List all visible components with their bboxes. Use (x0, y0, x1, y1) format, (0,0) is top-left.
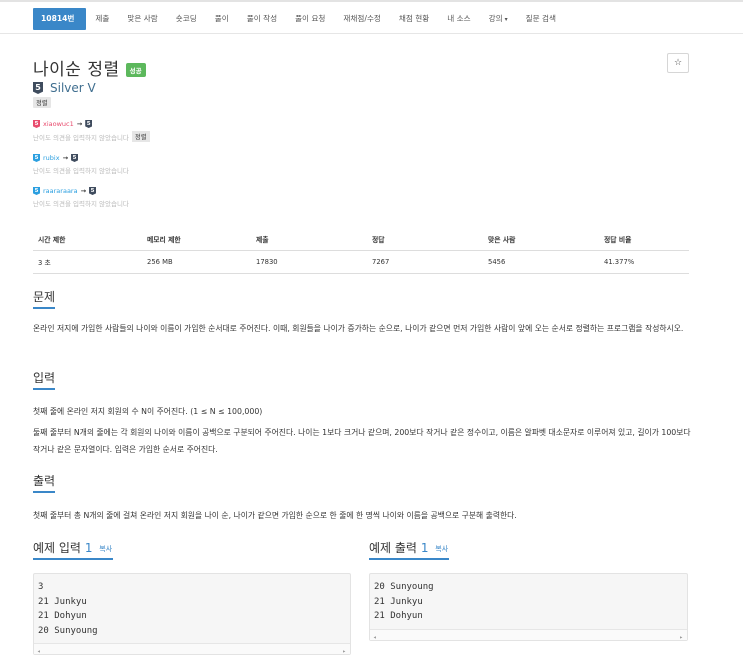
scroll-left-icon[interactable]: ◂ (373, 631, 377, 646)
input-description-2: 둘째 줄부터 N개의 줄에는 각 회원의 나이와 이름이 공백으로 구분되어 주… (33, 428, 691, 454)
vote-note: 난이도 의견을 입력하지 않았습니다 (33, 133, 129, 142)
section-underline (33, 307, 55, 309)
nav-divider (0, 33, 743, 34)
problem-section-title: 문제 (33, 290, 56, 304)
vote-note: 난이도 의견을 입력하지 않았습니다 (33, 200, 129, 208)
tab-my-source[interactable]: 내 소스 (438, 8, 479, 30)
status-badge: 성공 (125, 62, 146, 77)
sample-input-title: 예제 입력 1 복사 (33, 539, 112, 556)
sample-input-box[interactable]: 3 21 Junkyu 21 Dohyun 20 Sunyoung ◂ ▸ (33, 573, 351, 655)
lectures-label: 강의 (488, 14, 503, 23)
top-border (0, 0, 743, 2)
vote-tag[interactable]: 정렬 (131, 131, 150, 142)
submissions-value: 17830 (251, 250, 367, 274)
title-row: 나이순 정렬 성공 (33, 55, 146, 80)
vote-note: 난이도 의견을 입력하지 않았습니다 (33, 167, 129, 175)
sample-input-line: 20 Sunyoung (38, 625, 98, 636)
col-accepted: 정답 (367, 228, 483, 251)
tab-problem-number[interactable]: 10814번 (33, 8, 87, 30)
scroll-right-icon[interactable]: ▸ (679, 631, 683, 646)
algorithm-tag[interactable]: 정렬 (33, 97, 51, 108)
arrow-right-icon: → (80, 187, 87, 195)
section-underline (33, 491, 55, 493)
solved-users-value: 5456 (483, 250, 599, 274)
output-section-title: 출력 (33, 474, 56, 488)
sample-output-line: 20 Sunyoung (374, 582, 434, 592)
sample-output-line: 21 Junkyu (374, 596, 423, 607)
tier-icon: 5 (33, 82, 43, 94)
vote-item: 5 xiaowuc1 → 5 난이도 의견을 입력하지 않았습니다 정렬 (33, 120, 150, 142)
col-time-limit: 시간 제한 (33, 228, 142, 251)
sample-output-number: 1 (420, 541, 429, 555)
sample-input-line: 21 Dohyun (38, 611, 87, 621)
tab-solutions[interactable]: 풀이 (206, 8, 238, 30)
voter-name[interactable]: raararaara (43, 187, 78, 195)
problem-number-label: 10814번 (41, 14, 75, 23)
col-accept-ratio: 정답 비율 (599, 228, 689, 251)
col-submissions: 제출 (251, 228, 367, 251)
sample-input-number: 1 (84, 541, 93, 555)
table-header-row: 시간 제한 메모리 제한 제출 정답 맞은 사람 정답 비율 (33, 228, 689, 251)
tab-write-solution[interactable]: 풀이 작성 (238, 8, 286, 30)
sample-input-label: 예제 입력 (33, 541, 81, 555)
tab-rejudge[interactable]: 재채점/수정 (334, 8, 390, 30)
tab-lectures-dropdown[interactable]: 강의 ▾ (480, 8, 517, 30)
copy-sample-input-button[interactable]: 복사 (99, 545, 112, 553)
time-limit-value: 3 초 (33, 250, 142, 274)
problem-title: 나이순 정렬 (33, 60, 120, 80)
sample-output-title: 예제 출력 1 복사 (369, 539, 448, 556)
arrow-right-icon: → (76, 120, 83, 128)
scroll-left-icon[interactable]: ◂ (37, 645, 41, 660)
sample-output-box[interactable]: 20 Sunyoung 21 Junkyu 21 Dohyun ◂ ▸ (369, 573, 688, 641)
tab-question-search[interactable]: 질문 검색 (517, 8, 565, 30)
tab-request-solution[interactable]: 풀이 요청 (286, 8, 334, 30)
sample-output-label: 예제 출력 (369, 541, 417, 555)
sample-output-line: 21 Dohyun (374, 611, 423, 621)
accepted-value: 7267 (367, 250, 483, 274)
horizontal-scrollbar[interactable]: ◂ ▸ (370, 629, 687, 641)
tier-label[interactable]: Silver V (50, 81, 96, 95)
tier-icon: 5 (71, 154, 79, 162)
problem-nav: 10814번 제출 맞은 사람 숏코딩 풀이 풀이 작성 풀이 요청 재채점/수… (33, 8, 565, 30)
copy-sample-output-button[interactable]: 복사 (435, 545, 448, 553)
tier-icon: 5 (33, 120, 40, 128)
problem-description: 온라인 저지에 가입한 사람들의 나이와 이름이 가입한 순서대로 주어진다. … (33, 324, 684, 333)
vote-item: 5 raararaara → 5 난이도 의견을 입력하지 않았습니다 (33, 187, 129, 208)
section-underline (33, 558, 113, 560)
voter-name[interactable]: rubix (43, 154, 60, 162)
scroll-right-icon[interactable]: ▸ (342, 645, 346, 660)
input-section-title: 입력 (33, 371, 56, 385)
output-description: 첫째 줄부터 총 N개의 줄에 걸쳐 온라인 저지 회원을 나이 순, 나이가 … (33, 511, 517, 520)
input-description-1: 첫째 줄에 온라인 저지 회원의 수 N이 주어진다. (1 ≤ N ≤ 100… (33, 407, 263, 416)
tab-correct-users[interactable]: 맞은 사람 (118, 8, 166, 30)
tab-submit[interactable]: 제출 (86, 8, 118, 30)
tab-status[interactable]: 채점 현황 (390, 8, 438, 30)
horizontal-scrollbar[interactable]: ◂ ▸ (34, 643, 350, 655)
tier-icon: 5 (33, 187, 40, 195)
star-icon: ☆ (673, 58, 683, 68)
caret-down-icon: ▾ (504, 16, 508, 23)
col-solved-users: 맞은 사람 (483, 228, 599, 251)
sample-input-line: 3 (38, 582, 44, 592)
tier-icon: 5 (89, 187, 97, 195)
tier-row: 5 Silver V (33, 81, 96, 95)
problem-info-table: 시간 제한 메모리 제한 제출 정답 맞은 사람 정답 비율 3 초 256 M… (33, 228, 689, 274)
tier-icon: 5 (33, 154, 40, 162)
tier-icon: 5 (85, 120, 93, 128)
table-row: 3 초 256 MB 17830 7267 5456 41.377% (33, 250, 689, 274)
star-button[interactable]: ☆ (667, 53, 689, 73)
voter-name[interactable]: xiaowuc1 (43, 120, 74, 128)
arrow-right-icon: → (62, 154, 69, 162)
section-underline (369, 558, 449, 560)
accept-ratio-value: 41.377% (599, 250, 689, 274)
sample-input-line: 21 Junkyu (38, 596, 87, 607)
col-memory-limit: 메모리 제한 (142, 228, 251, 251)
memory-limit-value: 256 MB (142, 250, 251, 274)
section-underline (33, 388, 55, 390)
vote-item: 5 rubix → 5 난이도 의견을 입력하지 않았습니다 (33, 154, 129, 175)
tab-short-coding[interactable]: 숏코딩 (167, 8, 206, 30)
